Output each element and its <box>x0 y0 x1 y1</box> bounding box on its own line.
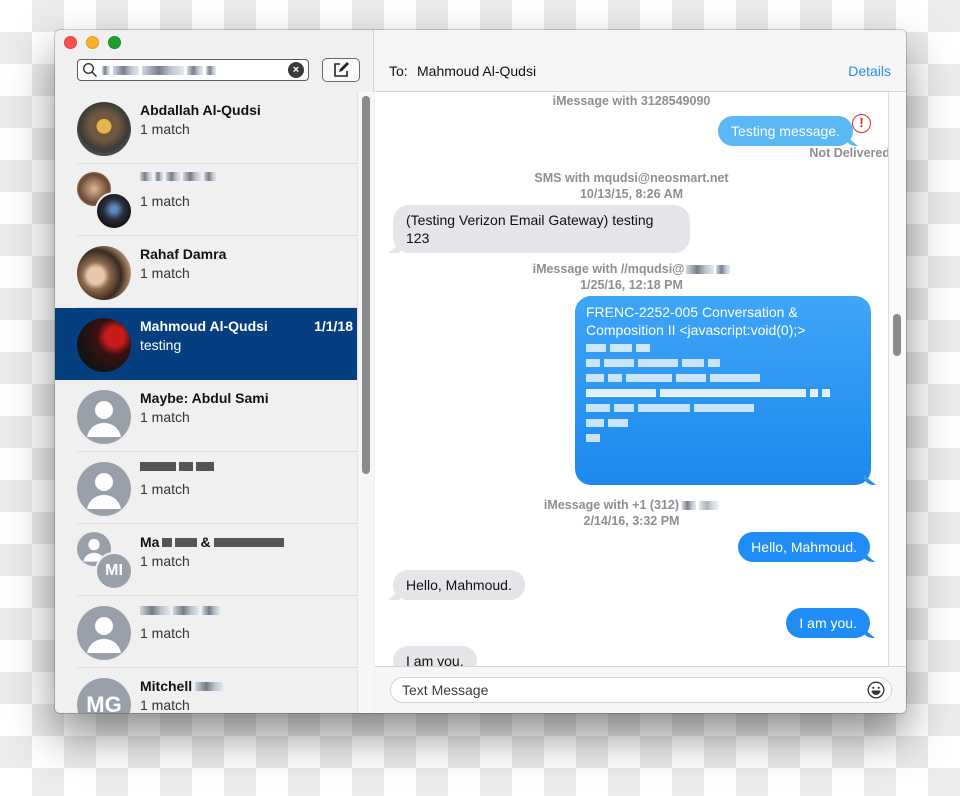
message-input[interactable] <box>390 677 892 703</box>
conversation-item[interactable]: MG Mitchell 1 match <box>55 668 357 713</box>
contact-name-redacted <box>140 462 214 471</box>
conversation-item[interactable]: 1 match <box>55 452 357 524</box>
person-silhouette-icon <box>87 617 121 653</box>
conversation-item[interactable]: 1 match <box>55 164 357 236</box>
avatar-initials: MG <box>77 678 131 713</box>
incoming-message-bubble[interactable]: Hello, Mahmoud. <box>393 570 525 600</box>
match-count: 1 match <box>140 265 190 281</box>
outgoing-message-bubble-long[interactable]: FRENC-2252-005 Conversation & Compositio… <box>575 296 871 485</box>
contact-name-redacted <box>140 172 216 181</box>
contact-name: Mahmoud Al-Qudsi <box>140 318 268 334</box>
outgoing-message-bubble[interactable]: Hello, Mahmoud. <box>738 532 870 562</box>
redacted-line <box>586 359 860 369</box>
avatar <box>77 606 131 660</box>
avatar-secondary <box>95 192 133 230</box>
close-window-button[interactable] <box>64 36 77 49</box>
redacted-line <box>586 434 860 444</box>
search-icon <box>82 62 98 78</box>
conversation-date: 1/1/18 <box>314 318 353 334</box>
composer-bar <box>375 666 906 713</box>
delivery-status: Not Delivered <box>809 146 888 160</box>
service-label: SMS with mqudsi@neosmart.net <box>534 171 729 185</box>
service-label: iMessage with 3128549090 <box>552 94 711 108</box>
contact-name: Maybe: Abdul Sami <box>140 390 269 406</box>
timestamp: 10/13/15, 8:26 AM <box>579 187 684 201</box>
minimize-window-button[interactable] <box>86 36 99 49</box>
transcript-scrollbar[interactable] <box>888 92 906 666</box>
contact-name-redacted: Ma & <box>140 534 284 550</box>
window-controls <box>64 36 121 49</box>
messages-window: × Abdallah Al-Qudsi 1 match 1 match Raha… <box>55 30 906 713</box>
person-silhouette-icon <box>87 401 121 437</box>
contact-name-redacted <box>140 606 220 615</box>
contact-name-text: Mitchell <box>140 678 193 694</box>
service-label-text: iMessage with +1 (312) <box>543 498 680 512</box>
conversation-item[interactable]: Maybe: Abdul Sami 1 match <box>55 380 357 452</box>
search-field[interactable]: × <box>77 59 309 81</box>
transcript-scrollbar-thumb[interactable] <box>893 314 901 356</box>
redacted-line <box>586 344 860 354</box>
compose-icon <box>334 62 349 77</box>
match-count: 1 match <box>140 697 190 713</box>
to-label: To: <box>389 63 408 79</box>
avatar <box>77 462 131 516</box>
person-silhouette-icon <box>87 473 121 509</box>
error-icon[interactable]: ! <box>852 114 871 133</box>
message-text: FRENC-2252-005 Conversation & Compositio… <box>586 304 806 338</box>
match-count: 1 match <box>140 409 190 425</box>
details-button[interactable]: Details <box>848 63 891 79</box>
outgoing-message-bubble[interactable]: Testing message. <box>718 116 853 146</box>
sidebar-scrollbar[interactable] <box>357 92 374 713</box>
avatar <box>77 246 131 300</box>
recipient-name: Mahmoud Al-Qudsi <box>417 63 537 79</box>
conversation-pane: To: Mahmoud Al-Qudsi Details iMessage wi… <box>375 30 906 713</box>
emoji-icon[interactable] <box>867 681 885 699</box>
match-count: 1 match <box>140 121 190 137</box>
contact-name: Mitchell <box>140 678 224 694</box>
conversation-header: To: Mahmoud Al-Qudsi Details <box>375 30 906 92</box>
match-count: 1 match <box>140 193 190 209</box>
contact-name: Abdallah Al-Qudsi <box>140 102 261 118</box>
avatar <box>77 390 131 444</box>
outgoing-message-bubble[interactable]: I am you. <box>786 608 870 638</box>
timestamp: 2/14/16, 3:32 PM <box>583 514 680 528</box>
redacted-line <box>586 419 860 429</box>
service-label: iMessage with +1 (312) <box>375 497 888 513</box>
conversation-item[interactable]: Rahaf Damra 1 match <box>55 236 357 308</box>
avatar <box>77 102 131 156</box>
match-count: 1 match <box>140 481 190 497</box>
redacted-line <box>586 404 860 414</box>
timestamp: 1/25/16, 12:18 PM <box>580 278 683 292</box>
service-label-text: iMessage with //mqudsi@ <box>532 262 685 276</box>
search-input-redacted-text[interactable] <box>102 64 288 76</box>
conversation-item[interactable]: MI Ma & 1 match <box>55 524 357 596</box>
maximize-window-button[interactable] <box>108 36 121 49</box>
sidebar: × Abdallah Al-Qudsi 1 match 1 match Raha… <box>55 30 374 713</box>
conversation-item[interactable]: 1 match <box>55 596 357 668</box>
service-label: iMessage with //mqudsi@ <box>375 261 888 277</box>
message-transcript: iMessage with 3128549090 Testing message… <box>375 92 888 666</box>
incoming-message-bubble[interactable]: I am you. <box>393 646 477 666</box>
redacted-link-line[interactable] <box>586 389 860 399</box>
conversation-item-selected[interactable]: Mahmoud Al-Qudsi 1/1/18 testing <box>55 308 357 380</box>
clear-search-button[interactable]: × <box>288 62 304 78</box>
match-count: 1 match <box>140 553 190 569</box>
avatar-initials: MI <box>95 552 133 590</box>
incoming-message-bubble[interactable]: (Testing Verizon Email Gateway) testing … <box>393 205 690 253</box>
compose-button[interactable] <box>322 58 360 82</box>
contact-name: Rahaf Damra <box>140 246 227 262</box>
match-count: 1 match <box>140 625 190 641</box>
redacted-line <box>586 374 860 384</box>
last-message-preview: testing <box>140 337 182 353</box>
avatar <box>77 318 131 372</box>
sidebar-scrollbar-thumb[interactable] <box>362 96 370 474</box>
conversation-list: Abdallah Al-Qudsi 1 match 1 match Rahaf … <box>55 92 357 713</box>
conversation-item[interactable]: Abdallah Al-Qudsi 1 match <box>55 92 357 164</box>
